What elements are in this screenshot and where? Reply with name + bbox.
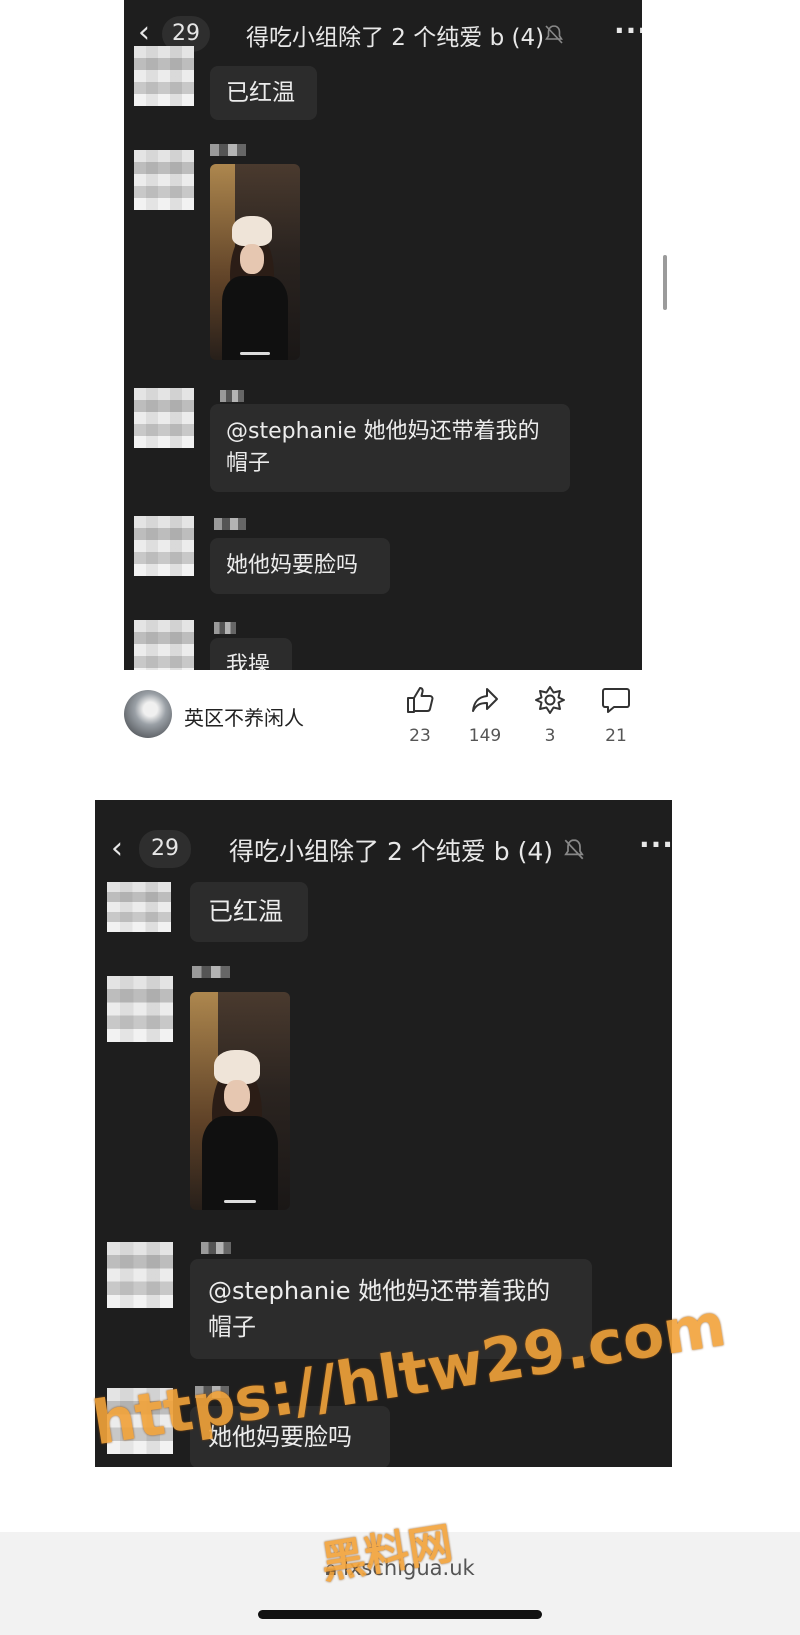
author-name[interactable]: 英区不养闲人 [184, 702, 304, 731]
message-text: 她他妈要脸吗 [226, 553, 359, 578]
message-text: 我操 [226, 653, 271, 670]
avatar[interactable] [107, 1242, 173, 1308]
photo-face [224, 1080, 250, 1112]
favorite-button[interactable]: 3 [520, 684, 580, 746]
photo-message[interactable] [190, 992, 290, 1210]
avatar[interactable] [107, 882, 171, 932]
share-icon [472, 688, 498, 712]
comment-icon [602, 688, 630, 713]
photo-hat [232, 216, 272, 246]
message-text: 已红温 [226, 80, 295, 106]
avatar[interactable] [134, 620, 194, 670]
message-bubble[interactable]: 我操 [210, 638, 292, 670]
back-arrow-icon[interactable]: ‹ [111, 834, 123, 864]
more-options-icon[interactable]: ··· [639, 828, 672, 861]
thumbs-up-icon [407, 687, 434, 713]
home-indicator[interactable] [258, 1610, 542, 1619]
star-badge-icon [535, 686, 565, 714]
sender-name [201, 1242, 231, 1254]
message-text: 已红温 [208, 897, 284, 926]
muted-bell-icon [545, 25, 563, 44]
comment-button[interactable]: 21 [586, 684, 646, 746]
chat-header: ‹ 29 得吃小组除了 2 个纯爱 b (4) ··· [95, 800, 672, 870]
message-bubble[interactable]: 她他妈要脸吗 [210, 538, 390, 594]
photo-message[interactable] [210, 164, 300, 360]
author-avatar[interactable] [124, 690, 172, 738]
avatar[interactable] [134, 150, 194, 210]
photo-body [222, 276, 288, 360]
sender-name [210, 144, 246, 156]
chat-title: 得吃小组除了 2 个纯爱 b (4) [246, 25, 545, 51]
message-bubble[interactable]: 已红温 [210, 66, 317, 120]
more-options-icon[interactable]: ··· [614, 14, 642, 47]
share-count: 149 [468, 726, 502, 746]
photo-body [202, 1116, 278, 1210]
message-bubble[interactable]: 已红温 [190, 882, 308, 942]
like-count: 23 [409, 726, 431, 746]
message-bubble[interactable]: @stephanie 她他妈还带着我的帽子 [210, 404, 570, 492]
sender-name [192, 966, 230, 978]
sender-name [220, 390, 244, 402]
message-text: @stephanie 她他妈还带着我的帽子 [226, 419, 540, 476]
avatar[interactable] [134, 388, 194, 448]
chat-header: ‹ 29 得吃小组除了 2 个纯爱 b (4) ··· [124, 0, 642, 70]
favorite-count: 3 [544, 726, 556, 746]
scroll-indicator[interactable] [663, 255, 667, 310]
avatar[interactable] [134, 516, 194, 576]
avatar[interactable] [134, 46, 194, 106]
share-button[interactable]: 149 [455, 684, 515, 746]
photo-hat [214, 1050, 260, 1084]
chat-screenshot-1: ‹ 29 得吃小组除了 2 个纯爱 b (4) ··· 已红温 @stephan… [124, 0, 642, 670]
photo-face [240, 244, 264, 274]
unread-count-badge[interactable]: 29 [139, 830, 191, 868]
comment-count: 21 [605, 726, 627, 746]
muted-bell-icon [564, 839, 584, 860]
back-arrow-icon[interactable]: ‹ [138, 18, 150, 48]
chat-title: 得吃小组除了 2 个纯爱 b (4) [229, 837, 553, 866]
avatar[interactable] [107, 976, 173, 1042]
sender-name [214, 622, 236, 634]
like-button[interactable]: 23 [390, 684, 450, 746]
photo-home-indicator [240, 352, 270, 355]
sender-name [214, 518, 246, 530]
photo-home-indicator [224, 1200, 256, 1203]
